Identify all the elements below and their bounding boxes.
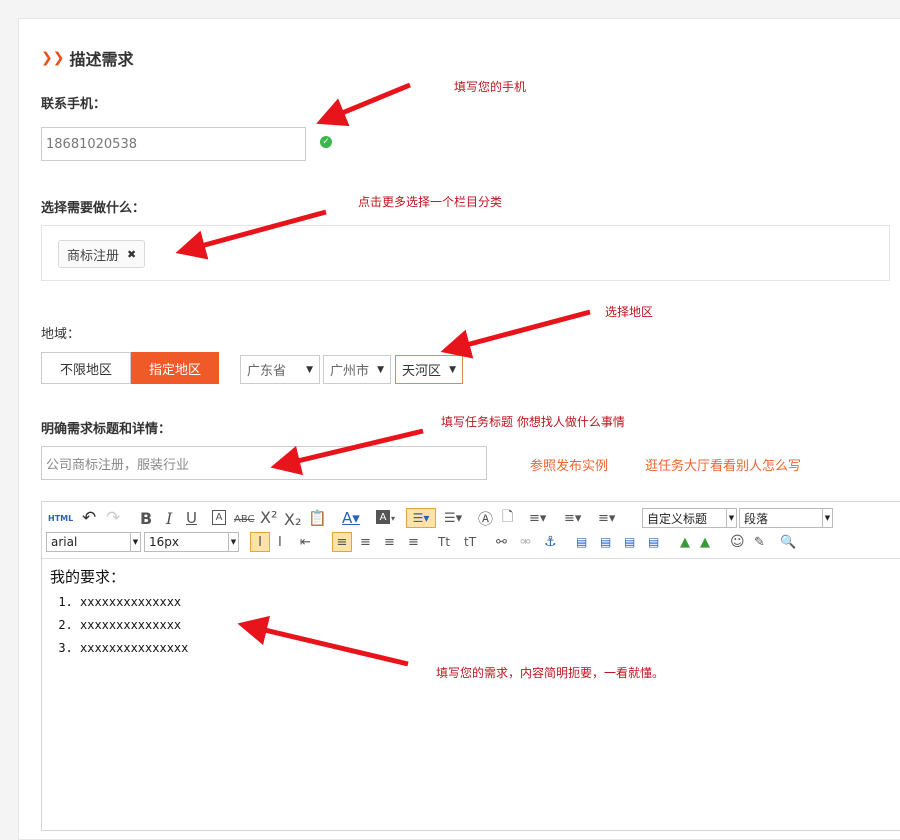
dropdown-arrow-icon: ▼ <box>449 364 456 375</box>
image-left-icon[interactable]: ▤ <box>576 532 587 552</box>
ordered-list-icon[interactable]: ☰▾ <box>406 508 436 528</box>
line-height-icon[interactable]: ≡▾ <box>598 508 615 528</box>
title-input[interactable]: 公司商标注册，服装行业 <box>41 446 487 480</box>
editor-toolbar: HTML ↶ ↷ B I U A ABC X² X₂ 📋 A▾ A ▾ ☰▾ ☰… <box>42 502 900 559</box>
row-spacing-top-icon[interactable]: ≡▾ <box>529 508 546 528</box>
dropdown-arrow-icon: ▼ <box>822 509 832 527</box>
double-chevron-down-icon: ❯❯ <box>41 50 65 66</box>
phone-annotation: 填写您的手机 <box>454 80 527 94</box>
background-color-icon[interactable]: A <box>376 510 390 524</box>
region-label: 地域： <box>41 327 81 342</box>
font-size-value: 16px <box>149 535 179 549</box>
strikethrough-icon[interactable]: ABC <box>234 509 255 529</box>
province-value: 广东省 <box>247 364 287 379</box>
chevron-down-icon[interactable]: ▾ <box>391 508 395 528</box>
phone-input[interactable]: 18681020538 <box>41 127 306 161</box>
clear-format-icon[interactable]: Ⓐ <box>478 508 493 528</box>
heading-select[interactable]: 自定义标题 ▼ <box>642 508 737 528</box>
requirement-list: xxxxxxxxxxxxxx xxxxxxxxxxxxxx xxxxxxxxxx… <box>50 591 188 660</box>
link-icon[interactable]: ⚯ <box>496 532 507 552</box>
image-none-icon[interactable]: ▤ <box>600 532 611 552</box>
row-spacing-bottom-icon[interactable]: ≡▾ <box>564 508 581 528</box>
category-tag: 商标注册 ✖ <box>58 240 146 268</box>
superscript-icon[interactable]: X² <box>260 507 277 527</box>
anchor-icon[interactable]: ⚓ <box>544 532 557 552</box>
category-label: 选择需要做什么： <box>41 201 146 216</box>
text-direction-icon[interactable]: I <box>278 532 282 552</box>
content-heading: 我的要求： <box>50 568 126 586</box>
align-justify-icon[interactable]: ≡ <box>408 532 419 552</box>
example-link[interactable]: 参照发布实例 <box>530 455 608 474</box>
outdent-icon[interactable]: ⇤ <box>300 532 311 552</box>
list-item: xxxxxxxxxxxxxx <box>80 591 188 614</box>
dropdown-arrow-icon: ▼ <box>726 509 736 527</box>
align-right-icon[interactable]: ≡ <box>384 532 395 552</box>
paste-icon[interactable]: 📋 <box>308 508 327 528</box>
dropdown-arrow-icon: ▼ <box>306 364 313 375</box>
section-title: 描述需求 <box>69 50 134 69</box>
bold-icon[interactable]: B <box>140 508 152 528</box>
title-annotation: 填写任务标题 你想找人做什么事情 <box>441 415 625 429</box>
align-center-icon[interactable]: ≡ <box>360 532 371 552</box>
emoticon-icon[interactable]: ☺ <box>730 532 745 552</box>
city-value: 广州市 <box>330 364 370 379</box>
dropdown-arrow-icon: ▼ <box>377 364 384 375</box>
check-icon: ✓ <box>320 136 332 148</box>
district-select[interactable]: 天河区 ▼ <box>395 355 463 384</box>
scrawl-icon[interactable]: ✎ <box>754 532 765 552</box>
region-annotation: 选择地区 <box>605 305 654 319</box>
multi-image-icon[interactable]: ▲ <box>700 532 710 552</box>
unlink-icon[interactable]: ⚮ <box>520 532 531 552</box>
italic-icon[interactable]: I <box>166 508 172 528</box>
phone-label: 联系手机： <box>41 97 107 112</box>
indent-icon[interactable]: I <box>250 532 270 552</box>
dropdown-arrow-icon: ▼ <box>130 533 140 551</box>
editor-content[interactable]: 我的要求： xxxxxxxxxxxxxx xxxxxxxxxxxxxx xxxx… <box>50 566 188 660</box>
title-label: 明确需求标题和详情： <box>41 422 172 437</box>
list-item: xxxxxxxxxxxxxxx <box>80 637 188 660</box>
underline-icon[interactable]: U <box>186 508 197 528</box>
list-item: xxxxxxxxxxxxxx <box>80 614 188 637</box>
task-hall-link[interactable]: 逛任务大厅看看别人怎么写 <box>645 455 801 474</box>
undo-icon[interactable]: ↶ <box>82 508 96 528</box>
font-size-select[interactable]: 16px ▼ <box>144 532 239 552</box>
font-family-select[interactable]: arial ▼ <box>46 532 141 552</box>
subscript-icon[interactable]: X₂ <box>284 509 301 529</box>
paragraph-select-value: 段落 <box>744 511 769 526</box>
specified-region-button[interactable]: 指定地区 <box>131 352 219 384</box>
category-annotation: 点击更多选择一个栏目分类 <box>358 195 503 209</box>
align-left-icon[interactable]: ≡ <box>332 532 352 552</box>
unlimited-region-button[interactable]: 不限地区 <box>41 352 131 384</box>
city-select[interactable]: 广州市 ▼ <box>323 355 391 384</box>
editor-annotation: 填写您的需求，内容简明扼要，一看就懂。 <box>436 666 665 680</box>
section-heading: ❯❯ 描述需求 <box>41 46 133 70</box>
paragraph-select[interactable]: 段落 ▼ <box>739 508 833 528</box>
close-icon[interactable]: ✖ <box>127 248 136 261</box>
document-icon[interactable]: 🗋 <box>502 508 513 528</box>
category-tag-label: 商标注册 <box>67 248 120 264</box>
font-border-icon[interactable]: A <box>212 510 226 525</box>
uppercase-icon[interactable]: Tt <box>438 532 450 552</box>
district-value: 天河区 <box>402 364 442 379</box>
unordered-list-icon[interactable]: ☰▾ <box>444 508 462 528</box>
heading-select-value: 自定义标题 <box>647 511 708 526</box>
redo-icon[interactable]: ↷ <box>106 508 120 528</box>
font-family-value: arial <box>51 535 78 549</box>
province-select[interactable]: 广东省 ▼ <box>240 355 320 384</box>
image-right-icon[interactable]: ▤ <box>624 532 635 552</box>
image-center-icon[interactable]: ▤ <box>648 532 659 552</box>
category-tag-box[interactable] <box>41 225 890 281</box>
search-icon[interactable]: 🔍 <box>780 532 796 552</box>
insert-image-icon[interactable]: ▲ <box>680 532 690 552</box>
font-color-icon[interactable]: A▾ <box>342 508 360 528</box>
lowercase-icon[interactable]: tT <box>464 532 476 552</box>
dropdown-arrow-icon: ▼ <box>228 533 238 551</box>
html-source-icon[interactable]: HTML <box>48 508 73 528</box>
